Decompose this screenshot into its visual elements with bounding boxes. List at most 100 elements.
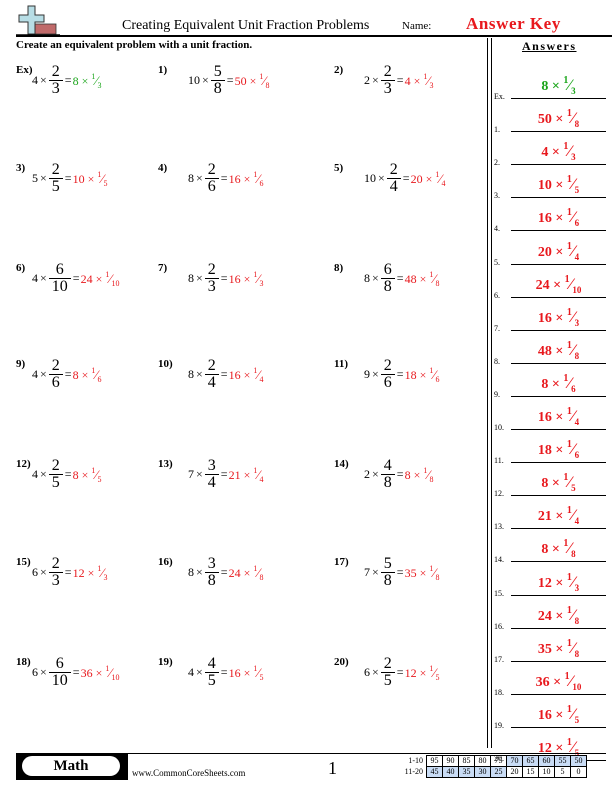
answer-line — [511, 329, 606, 331]
answer-label: 19. — [494, 720, 504, 730]
score-cell: 10 — [538, 766, 555, 778]
unit-fraction-denominator: 5 — [571, 483, 576, 494]
equals-sign: = — [396, 73, 404, 87]
answer-label: 16. — [494, 621, 504, 631]
equals-sign: = — [220, 665, 228, 679]
times-sign: × — [196, 665, 203, 679]
answer-row: 18. 36 × 1⁄10 — [494, 666, 612, 699]
whole-number: 8 — [188, 271, 194, 285]
worksheet-title: Creating Equivalent Unit Fraction Proble… — [122, 18, 370, 33]
times-sign: × — [372, 271, 379, 285]
whole-number: 7 — [364, 565, 370, 579]
answer-value: 24 × 1⁄10 — [511, 274, 606, 295]
unit-fraction-denominator: 10 — [111, 672, 120, 682]
answer-value: 16 × 1⁄4 — [511, 406, 606, 427]
answer-row: 8. 48 × 1⁄8 — [494, 335, 612, 368]
unit-fraction: 1⁄3 — [91, 72, 101, 90]
fraction: 24 — [386, 162, 401, 195]
problem-number: 10) — [158, 358, 173, 370]
fraction-denominator: 6 — [207, 178, 216, 195]
score-row: 1-10 95 90 85 80 75 70 65 60 55 50 — [395, 755, 587, 767]
equals-sign: = — [396, 271, 404, 285]
answer-label: 9. — [494, 389, 500, 399]
answer-whole: 24 × — [228, 565, 254, 580]
fraction-numerator: 2 — [207, 357, 216, 374]
equals-sign: = — [220, 271, 228, 285]
answer-label: 4. — [494, 224, 500, 234]
problem-expression: 9 × 2 6 = 18 × 1⁄6 — [364, 358, 440, 391]
answer-whole: 12 × — [72, 565, 98, 580]
answer-whole: 8 × — [72, 467, 92, 482]
answer-expression: 4 × 1⁄3 — [405, 72, 434, 90]
answer-line — [511, 627, 606, 629]
unit-fraction-denominator: 6 — [571, 383, 576, 394]
equals-sign: = — [64, 367, 72, 381]
instructions: Create an equivalent problem with a unit… — [16, 39, 253, 51]
fraction: 34 — [204, 458, 219, 491]
answer-line — [511, 462, 606, 464]
times-sign: × — [40, 171, 47, 185]
problem-number: 19) — [158, 656, 173, 668]
fraction: 25 — [380, 656, 395, 689]
equals-sign: = — [220, 367, 228, 381]
problem-expression: 7 × 3 4 = 21 × 1⁄4 — [188, 458, 264, 491]
answer-whole: 24 × — [535, 277, 565, 293]
unit-fraction-denominator: 10 — [111, 278, 120, 288]
whole-number: 6 — [32, 665, 38, 679]
answer-expression: 35 × 1⁄8 — [405, 564, 440, 582]
answer-whole: 16 × — [537, 211, 567, 227]
answer-label: 8. — [494, 356, 500, 366]
whole-number: 2 — [364, 73, 370, 87]
answer-label: 10. — [494, 423, 504, 432]
unit-fraction: 1⁄5 — [253, 664, 263, 682]
unit-fraction-denominator: 6 — [435, 374, 440, 384]
answer-value: 16 × 1⁄5 — [511, 704, 606, 725]
whole-number: 10 — [364, 171, 376, 185]
answer-expression: 16 × 1⁄4 — [229, 366, 264, 384]
unit-fraction: 1⁄4 — [435, 170, 445, 188]
fraction-denominator: 3 — [51, 572, 60, 589]
fraction: 25 — [48, 162, 63, 195]
score-cell: 5 — [554, 766, 571, 778]
fraction-numerator: 6 — [383, 261, 392, 278]
unit-fraction-denominator: 4 — [441, 178, 446, 188]
name-label: Name: — [402, 20, 432, 32]
whole-number: 2 — [364, 467, 370, 481]
answer-row: 14. 8 × 1⁄8 — [494, 533, 612, 566]
answer-expression: 36 × 1⁄10 — [81, 664, 120, 682]
problem-number: 18) — [16, 656, 31, 668]
unit-fraction-denominator: 5 — [574, 714, 580, 725]
times-sign: × — [40, 467, 47, 481]
fraction-numerator: 3 — [207, 555, 216, 572]
answer-whole: 20 × — [537, 244, 567, 260]
answer-whole: 48 × — [404, 271, 430, 286]
answer-label: Ex. — [494, 92, 505, 101]
unit-fraction-denominator: 3 — [103, 572, 108, 582]
answer-whole: 8 × — [541, 542, 564, 558]
unit-fraction-denominator: 6 — [259, 178, 264, 188]
score-cell: 45 — [426, 766, 443, 778]
equals-sign: = — [64, 467, 72, 481]
answer-whole: 8 × — [72, 367, 92, 382]
fraction-denominator: 8 — [213, 80, 222, 97]
answer-whole: 18 × — [537, 443, 567, 459]
score-table: 1-10 95 90 85 80 75 70 65 60 55 50 11-20 45 40 35 30 25 2… — [395, 755, 587, 778]
whole-number: 7 — [188, 467, 194, 481]
problem-expression: 6 × 6 10 = 36 × 1⁄10 — [32, 656, 120, 689]
unit-fraction: 1⁄10 — [105, 664, 119, 682]
answer-row: 16. 24 × 1⁄8 — [494, 600, 612, 633]
unit-fraction-denominator: 4 — [259, 474, 264, 484]
problem-expression: 8 × 2 3 = 16 × 1⁄3 — [188, 262, 264, 295]
unit-fraction-denominator: 8 — [435, 278, 440, 288]
fraction: 58 — [210, 64, 225, 97]
problem-expression: 4 × 2 5 = 8 × 1⁄5 — [32, 458, 102, 491]
times-sign: × — [40, 665, 47, 679]
answer-line — [511, 263, 606, 265]
whole-number: 8 — [364, 271, 370, 285]
problem-number: 4) — [158, 162, 168, 174]
equals-sign: = — [220, 565, 228, 579]
answer-whole: 8 × — [541, 476, 564, 492]
answer-expression: 48 × 1⁄8 — [405, 270, 440, 288]
answer-line — [511, 395, 606, 397]
fraction-numerator: 2 — [207, 261, 216, 278]
